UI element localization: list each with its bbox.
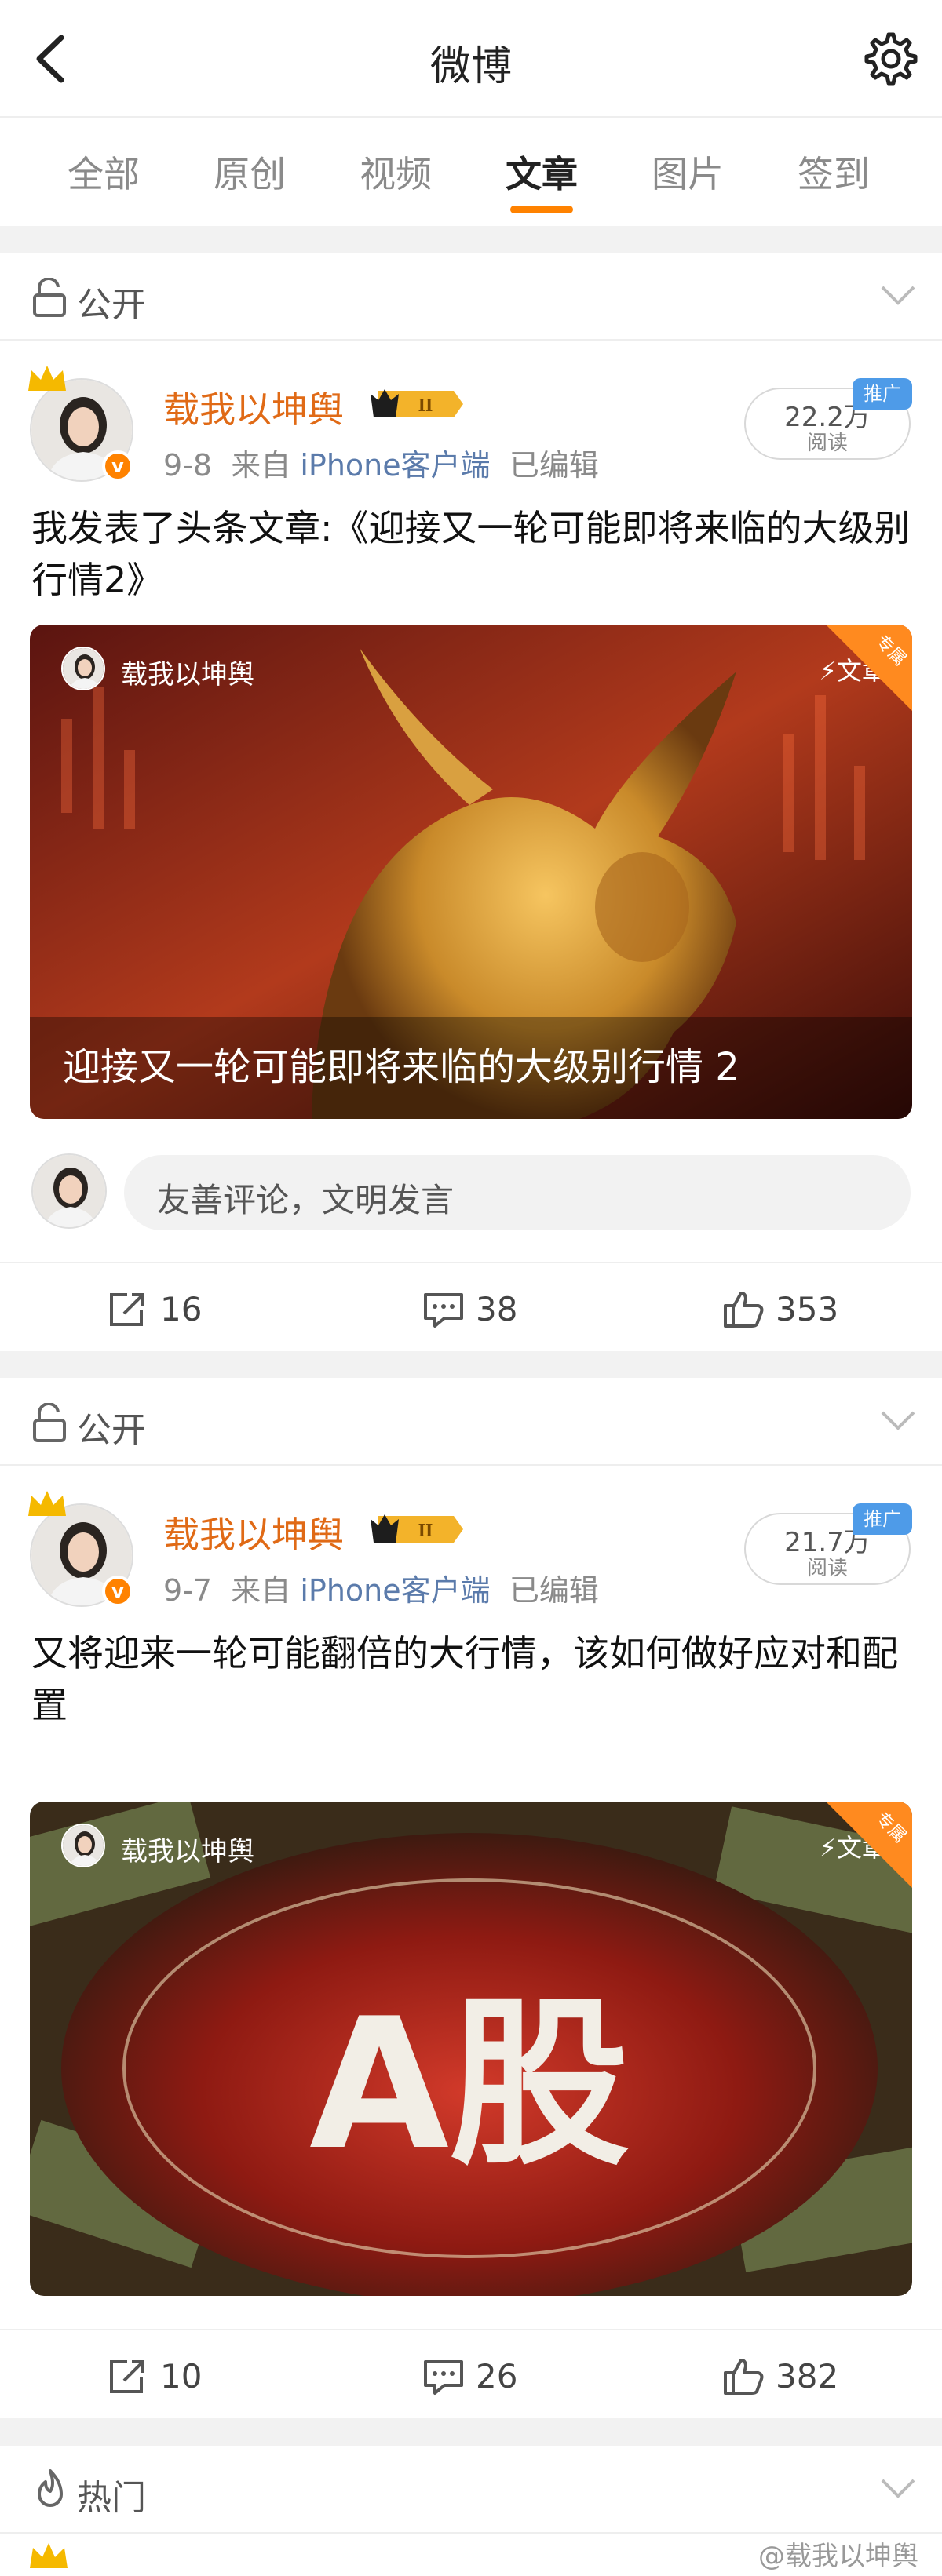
username[interactable]: 载我以坤舆 (163, 381, 344, 433)
share-icon (110, 1293, 144, 1326)
crown-icon (30, 2543, 68, 2568)
share-count: 10 (160, 2357, 203, 2396)
page-title: 微博 (429, 43, 512, 90)
post-date: 9-8 (163, 448, 213, 483)
read-label: 阅读 (806, 1557, 848, 1580)
cover-big-text: A股 (309, 1980, 630, 2190)
post-text[interactable]: 我发表了头条文章:《迎接又一轮可能即将来临的大级别行情2》 (31, 502, 911, 606)
chevron-down-icon[interactable] (878, 279, 918, 311)
like-count: 353 (776, 1290, 839, 1328)
promote-badge[interactable]: 推广 (853, 378, 912, 410)
post-meta: 9-7 来自 iPhone客户端 已编辑 (163, 1566, 599, 1609)
chevron-down-icon[interactable] (878, 2472, 918, 2504)
article-author-name: 载我以坤舆 (121, 1836, 254, 1867)
exclusive-corner-badge: 专属 (826, 625, 912, 711)
article-card[interactable]: A股 载我以坤舆 ⚡文章 专属 (30, 1802, 912, 2296)
verified-icon: v (102, 1576, 133, 1607)
article-author-avatar (61, 647, 105, 690)
article-title: 迎接又一轮可能即将来临的大级别行情 2 (63, 1045, 739, 1089)
lock-icon (33, 1403, 66, 1442)
visibility-label: 公开 (77, 1410, 146, 1450)
verified-icon: v (102, 450, 133, 482)
article-author-name: 载我以坤舆 (121, 659, 254, 690)
comment-count: 38 (476, 1290, 518, 1328)
username[interactable]: 载我以坤舆 (163, 1507, 344, 1558)
commenter-avatar (31, 1153, 107, 1229)
visibility-row[interactable]: 公开 (0, 253, 942, 341)
share-count: 16 (160, 1290, 203, 1328)
crown-icon (28, 1491, 66, 1516)
visibility-label: 公开 (77, 285, 146, 325)
read-label: 阅读 (806, 432, 848, 455)
watermark: @载我以坤舆 (758, 2541, 918, 2572)
promote-badge[interactable]: 推广 (853, 1503, 912, 1535)
crown-icon (28, 366, 66, 391)
hot-section-row[interactable]: 热门 (0, 2446, 942, 2534)
post-date: 9-7 (163, 1573, 213, 1608)
article-cover-image: A股 (30, 1802, 912, 2296)
article-author-avatar (61, 1824, 105, 1867)
comment-placeholder: 友善评论，文明发言 (157, 1181, 455, 1219)
source-prefix: 来自 (231, 1573, 291, 1608)
read-count-pill[interactable]: 22.2万 阅读 推广 (744, 378, 912, 460)
comment-input[interactable]: 友善评论，文明发言 (124, 1155, 911, 1230)
like-count: 382 (776, 2357, 839, 2396)
share-icon (110, 2360, 144, 2393)
comment-icon (424, 1293, 463, 1328)
article-card[interactable]: 载我以坤舆 ⚡文章 专属 迎接又一轮可能即将来临的大级别行情 2 (30, 625, 912, 1119)
level-text: II (418, 1521, 433, 1541)
read-count-pill[interactable]: 21.7万 阅读 推广 (744, 1503, 912, 1585)
post-actions: 16 38 353 (0, 1262, 942, 1354)
source-prefix: 来自 (231, 448, 291, 483)
tab-original[interactable]: 原创 (187, 146, 312, 198)
source-link: iPhone客户端 (300, 448, 491, 483)
post-actions: 10 26 382 (0, 2329, 942, 2421)
lock-icon (33, 278, 66, 317)
gear-icon[interactable] (864, 31, 918, 86)
post-text[interactable]: 又将迎来一轮可能翻倍的大行情，该如何做好应对和配置 (31, 1627, 911, 1731)
comment-input-row: 友善评论，文明发言 (0, 1150, 942, 1237)
tab-checkin[interactable]: 签到 (771, 146, 896, 198)
like-icon (724, 2359, 764, 2395)
tab-article[interactable]: 文章 (479, 146, 604, 198)
user-avatar[interactable]: v (28, 1491, 133, 1607)
post-meta: 9-8 来自 iPhone客户端 已编辑 (163, 441, 599, 484)
level-badge: II (371, 1514, 463, 1543)
like-icon (724, 1292, 764, 1328)
active-tab-indicator (510, 206, 573, 213)
tab-all[interactable]: 全部 (41, 146, 166, 198)
user-avatar[interactable]: v (28, 366, 133, 482)
tab-video[interactable]: 视频 (333, 146, 458, 198)
fire-icon (38, 2469, 63, 2507)
source-link: iPhone客户端 (300, 1573, 491, 1608)
comment-icon (424, 2360, 463, 2395)
top-nav-bar: 微博 (0, 0, 942, 118)
visibility-row[interactable]: 公开 (0, 1378, 942, 1466)
comment-count: 26 (476, 2357, 518, 2396)
edited-label: 已编辑 (509, 1573, 599, 1608)
chevron-down-icon[interactable] (878, 1405, 918, 1436)
tab-images[interactable]: 图片 (625, 146, 750, 198)
tab-bar: 全部 原创 视频 文章 图片 签到 (0, 118, 942, 226)
hot-section-label: 热门 (77, 2478, 146, 2518)
edited-label: 已编辑 (509, 448, 599, 483)
level-badge: II (371, 389, 463, 417)
level-text: II (418, 395, 433, 416)
exclusive-corner-badge: 专属 (826, 1802, 912, 1888)
